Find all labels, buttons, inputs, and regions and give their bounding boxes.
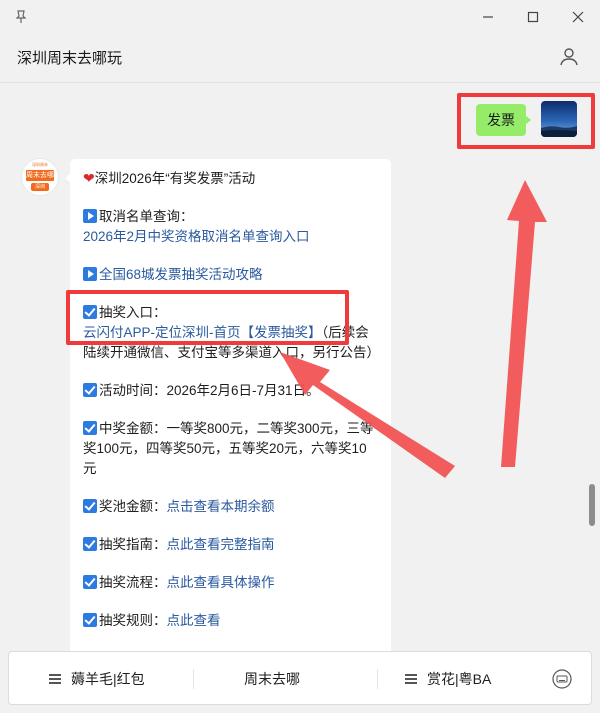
keyboard-toggle-icon[interactable] xyxy=(551,668,573,690)
rules-label: 抽奖规则： xyxy=(99,613,167,628)
menu-item-weekend[interactable]: 周末去哪 xyxy=(244,652,300,706)
cancel-list-link[interactable]: 2026年2月中奖资格取消名单查询入口 xyxy=(83,229,310,244)
checkbox-icon xyxy=(83,537,97,551)
time-label: 活动时间： xyxy=(99,383,167,398)
heart-icon: ❤ xyxy=(83,170,95,186)
chat-title: 深圳周末去哪玩 xyxy=(17,50,123,67)
process-label: 抽奖流程： xyxy=(99,575,167,590)
guide-label: 抽奖指南： xyxy=(99,537,167,552)
prize-label: 中奖金额： xyxy=(99,421,167,436)
play-icon xyxy=(83,209,97,223)
close-icon[interactable] xyxy=(567,6,589,28)
chat-scrollbar[interactable] xyxy=(589,484,595,526)
menu-item-label: 薅羊毛|红包 xyxy=(71,671,145,687)
menu-item-label: 赏花|粤BA xyxy=(427,671,492,687)
menu-divider xyxy=(377,669,378,689)
time-value: 2026年2月6日-7月31日。 xyxy=(166,383,320,398)
entry-link[interactable]: 云闪付APP-定位深圳-首页【发票抽奖】 xyxy=(83,325,322,340)
user-profile-icon[interactable] xyxy=(558,45,580,67)
menu-list-icon xyxy=(49,674,61,684)
bot-message-bubble: ❤深圳2026年“有奖发票”活动 取消名单查询： 2026年2月中奖资格取消名单… xyxy=(65,159,391,651)
play-icon xyxy=(83,267,97,281)
sent-message-bubble[interactable]: 发票 xyxy=(476,104,531,136)
bot-avatar-city: 深圳 xyxy=(31,183,49,191)
bot-avatar[interactable]: 深圳周末 周末去哪 深圳 xyxy=(21,158,59,196)
user-avatar[interactable] xyxy=(541,101,577,137)
bot-avatar-tiny-text: 深圳周末 xyxy=(32,162,48,167)
menu-item-flowers[interactable]: 赏花|粤BA xyxy=(405,652,491,706)
checkbox-icon xyxy=(83,613,97,627)
checkbox-icon xyxy=(83,383,97,397)
menu-item-label: 周末去哪 xyxy=(244,671,300,687)
minimize-icon[interactable] xyxy=(477,6,499,28)
menu-list-icon xyxy=(405,674,417,684)
cancel-list-label: 取消名单查询： xyxy=(99,209,194,224)
bottom-menu: 薅羊毛|红包 周末去哪 赏花|粤BA xyxy=(8,651,592,705)
checkbox-icon xyxy=(83,499,97,513)
checkbox-icon xyxy=(83,421,97,435)
pin-icon[interactable] xyxy=(10,6,32,28)
window-titlebar xyxy=(0,0,600,34)
process-link[interactable]: 点此查看具体操作 xyxy=(167,575,275,590)
checkbox-icon xyxy=(83,575,97,589)
checkbox-icon xyxy=(83,305,97,319)
national-guide-link[interactable]: 全国68城发票抽奖活动攻略 xyxy=(99,267,263,282)
maximize-icon[interactable] xyxy=(522,6,544,28)
bottom-bar: 薅羊毛|红包 周末去哪 赏花|粤BA xyxy=(0,651,600,713)
sent-message-text: 发票 xyxy=(487,112,515,128)
guide-link[interactable]: 点此查看完整指南 xyxy=(167,537,275,552)
menu-item-red-packet[interactable]: 薅羊毛|红包 xyxy=(49,652,145,706)
entry-label: 抽奖入口： xyxy=(99,305,167,320)
pool-link[interactable]: 点击查看本期余额 xyxy=(167,499,275,514)
chat-area[interactable]: 发票 深圳周末 周末去哪 深圳 ❤深圳2026年“有奖发票”活动 取消名单查询：… xyxy=(0,83,600,651)
menu-divider xyxy=(193,669,194,689)
message-title: 深圳2026年“有奖发票”活动 xyxy=(94,171,256,186)
pool-label: 奖池金额： xyxy=(99,499,167,514)
chat-header: 深圳周末去哪玩 xyxy=(0,34,600,83)
rules-link[interactable]: 点此查看 xyxy=(167,613,221,628)
bot-avatar-brand: 周末去哪 xyxy=(26,170,54,181)
